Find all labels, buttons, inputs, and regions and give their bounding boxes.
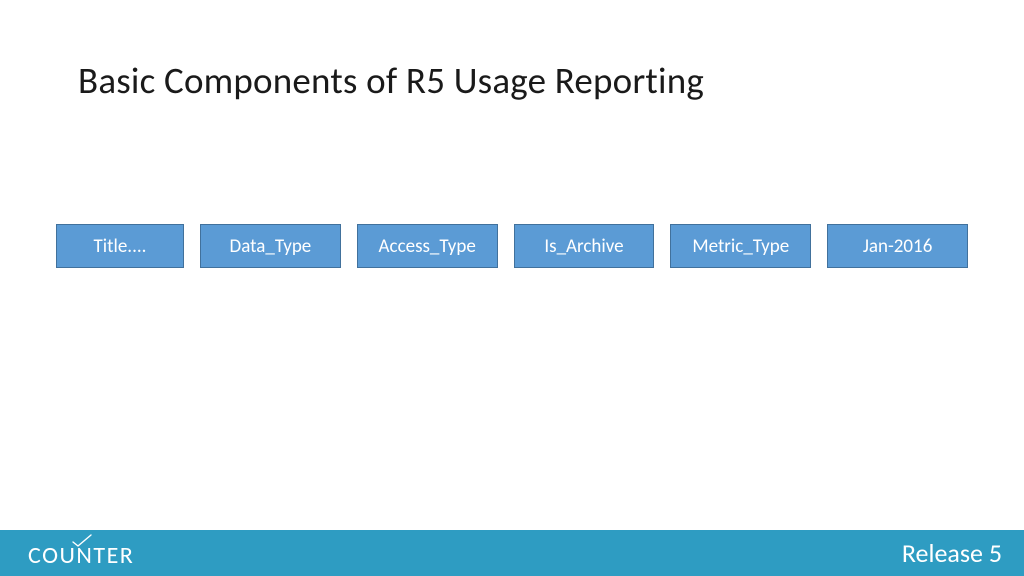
box-title: Title.... xyxy=(56,224,184,268)
logo-n-wrap: N xyxy=(76,544,93,568)
logo-text-pre: COU xyxy=(28,541,76,570)
logo-text: COUNTER xyxy=(28,544,134,568)
box-month: Jan-2016 xyxy=(827,224,968,268)
box-metric-type: Metric_Type xyxy=(670,224,811,268)
box-access-type: Access_Type xyxy=(357,224,498,268)
slide: Basic Components of R5 Usage Reporting T… xyxy=(0,0,1024,576)
logo-text-n: N xyxy=(76,541,93,570)
box-data-type: Data_Type xyxy=(200,224,341,268)
page-title: Basic Components of R5 Usage Reporting xyxy=(78,58,704,103)
logo-text-post: TER xyxy=(93,541,134,570)
box-is-archive: Is_Archive xyxy=(514,224,655,268)
counter-logo: COUNTER xyxy=(28,530,134,576)
footer-bar: COUNTER Release 5 xyxy=(0,530,1024,576)
release-label: Release 5 xyxy=(902,537,1002,569)
component-row: Title.... Data_Type Access_Type Is_Archi… xyxy=(56,224,968,268)
